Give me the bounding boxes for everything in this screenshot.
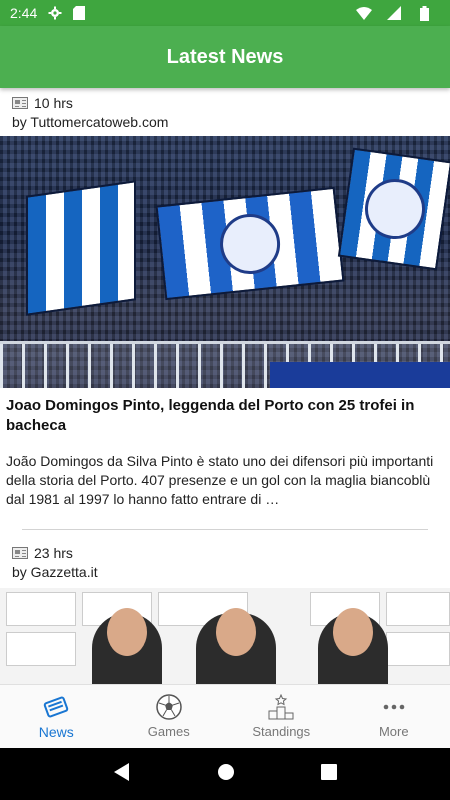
- home-icon[interactable]: [217, 763, 235, 786]
- sponsor-board: [6, 592, 76, 626]
- tab-label: Games: [147, 724, 190, 739]
- status-time: 2:44: [10, 5, 38, 21]
- news-card[interactable]: 23 hrs by Gazzetta.it: [0, 530, 450, 684]
- tab-more[interactable]: More: [338, 685, 450, 748]
- article-age: 10 hrs: [34, 95, 73, 111]
- article-meta: 10 hrs by Tuttomercatoweb.com: [0, 88, 450, 132]
- article-image[interactable]: [0, 136, 450, 388]
- podium-icon: [267, 694, 295, 720]
- article-source: by Gazzetta.it: [12, 564, 98, 580]
- sd-card-icon: [71, 5, 87, 21]
- system-nav-bar: [0, 748, 450, 800]
- more-dots-icon: [383, 694, 405, 720]
- status-bar: 2:44: [0, 0, 450, 26]
- wifi-icon: [356, 5, 372, 21]
- article-source: by Tuttomercatoweb.com: [12, 114, 169, 130]
- app-bar: Latest News: [0, 26, 450, 88]
- gear-icon: [47, 5, 63, 21]
- newspaper-icon: [12, 547, 28, 559]
- tab-label: More: [378, 724, 409, 739]
- page-title: Latest News: [166, 45, 284, 68]
- tab-games[interactable]: Games: [113, 685, 226, 748]
- signal-icon: [386, 5, 402, 21]
- newspaper-icon: [42, 694, 70, 720]
- flag-image: [155, 186, 345, 301]
- person-image: [92, 608, 162, 684]
- newspaper-icon: [12, 97, 28, 109]
- sponsor-board: [6, 632, 76, 666]
- article-title[interactable]: Joao Domingos Pinto, leggenda del Porto …: [0, 388, 450, 436]
- tab-label: Standings: [252, 724, 311, 739]
- tab-standings[interactable]: Standings: [225, 685, 338, 748]
- news-card[interactable]: 10 hrs by Tuttomercatoweb.com Joao Domin…: [0, 88, 450, 509]
- battery-icon: [416, 5, 432, 21]
- back-icon[interactable]: [113, 762, 131, 787]
- article-meta: 23 hrs by Gazzetta.it: [0, 530, 450, 582]
- sponsor-board: [386, 632, 450, 666]
- tab-news[interactable]: News: [0, 685, 113, 748]
- bottom-tab-bar: News Games Standings More: [0, 684, 450, 748]
- soccer-ball-icon: [156, 694, 182, 720]
- article-description: João Domingos da Silva Pinto è stato uno…: [6, 453, 434, 507]
- person-image: [318, 608, 388, 684]
- flag-image: [26, 180, 136, 316]
- flag-image: [337, 147, 450, 271]
- person-image: [196, 608, 276, 684]
- article-age: 23 hrs: [34, 545, 73, 561]
- news-feed[interactable]: 10 hrs by Tuttomercatoweb.com Joao Domin…: [0, 88, 450, 684]
- article-image[interactable]: [0, 588, 450, 684]
- sponsor-board: [386, 592, 450, 626]
- tab-label: News: [38, 723, 74, 740]
- recents-icon[interactable]: [321, 763, 337, 785]
